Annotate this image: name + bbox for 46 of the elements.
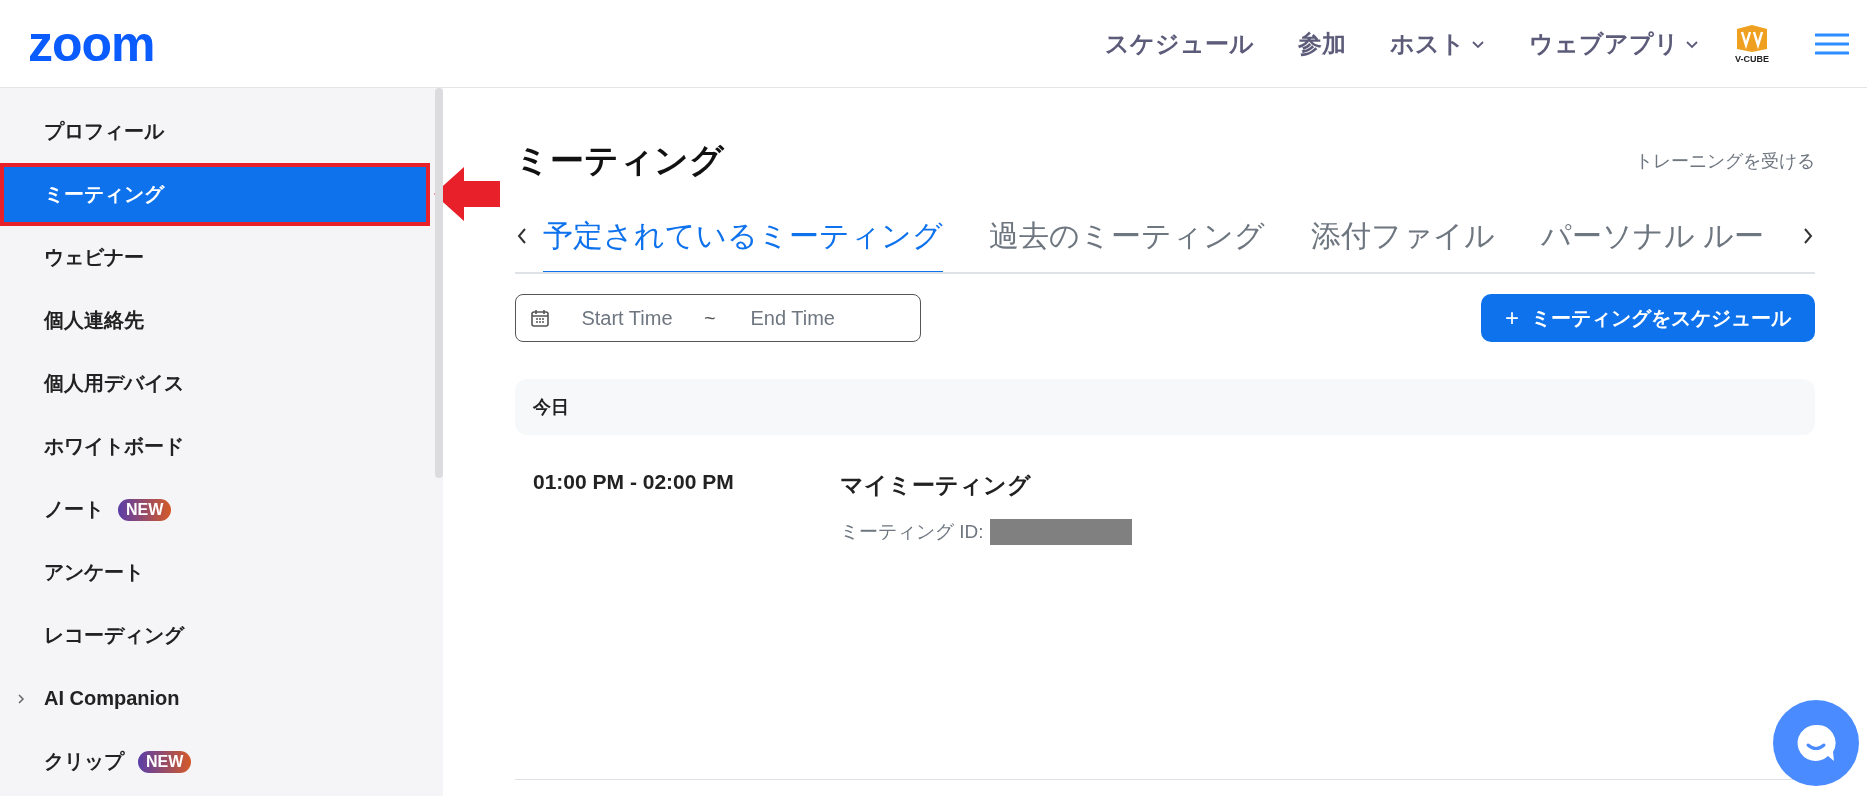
sidebar-label: レコーディング <box>44 623 184 648</box>
sidebar-item[interactable]: ウェビナー <box>0 226 430 289</box>
sidebar-item[interactable]: レコーディング <box>0 604 430 667</box>
sidebar-item[interactable]: ノート NEW <box>0 478 430 541</box>
tab[interactable]: 添付ファイル <box>1311 210 1495 272</box>
new-badge: NEW <box>138 750 192 773</box>
sidebar-item[interactable]: 個人連絡先 <box>0 289 430 352</box>
tab[interactable]: 過去のミーティング <box>989 210 1265 272</box>
day-heading: 今日 <box>533 396 569 419</box>
end-time-input[interactable]: End Time <box>725 305 860 331</box>
nav-link[interactable]: 参加 <box>1298 27 1346 60</box>
sidebar-item[interactable]: 個人用デバイス <box>0 352 430 415</box>
sidebar-label: ホワイトボード <box>44 434 184 459</box>
training-link[interactable]: トレーニングを受ける <box>1635 149 1815 173</box>
date-range-field[interactable]: Start Time ~ End Time <box>515 294 921 342</box>
partner-logo[interactable]: V-CUBE <box>1733 23 1771 64</box>
sidebar-label: ノート <box>44 497 104 522</box>
sidebar-label: 個人連絡先 <box>44 308 144 333</box>
sidebar-label: ウェビナー <box>44 245 144 270</box>
sidebar-item[interactable]: アンケート <box>0 541 430 604</box>
sidebar-item[interactable]: ホワイトボード <box>0 415 430 478</box>
sidebar-label: ミーティング <box>44 182 164 207</box>
nav-link[interactable]: スケジュール <box>1105 27 1254 60</box>
tab[interactable]: 予定されているミーティング <box>543 210 943 272</box>
zoom-logo[interactable]: zoom <box>28 14 155 73</box>
sidebar-item[interactable]: AI Companion <box>0 667 430 730</box>
sidebar-label: 個人用デバイス <box>44 371 184 396</box>
page-title: ミーティング <box>515 140 724 181</box>
meeting-id-label: ミーティング ID: <box>840 520 984 544</box>
start-time-input[interactable]: Start Time <box>560 305 694 331</box>
sidebar-label: プロフィール <box>44 119 164 144</box>
nav-link[interactable]: ホスト <box>1390 27 1485 60</box>
range-separator: ~ <box>704 306 716 330</box>
calendar-icon <box>530 308 550 328</box>
nav-link[interactable]: ウェブアプリ <box>1529 27 1699 60</box>
schedule-meeting-button[interactable]: + ミーティングをスケジュール <box>1481 294 1815 342</box>
new-badge: NEW <box>118 498 172 521</box>
meeting-title[interactable]: マイミーティング <box>840 470 1132 501</box>
meeting-time: 01:00 PM - 02:00 PM <box>533 470 735 495</box>
sidebar-label: アンケート <box>44 560 144 585</box>
menu-icon[interactable] <box>1815 31 1849 56</box>
sidebar-item[interactable]: クリップ NEW <box>0 730 430 793</box>
sidebar-label: AI Companion <box>44 687 180 710</box>
sidebar-label: クリップ <box>44 749 124 774</box>
tab[interactable]: パーソナル ルー <box>1541 210 1765 272</box>
sidebar-item[interactable]: プロフィール <box>0 100 430 163</box>
